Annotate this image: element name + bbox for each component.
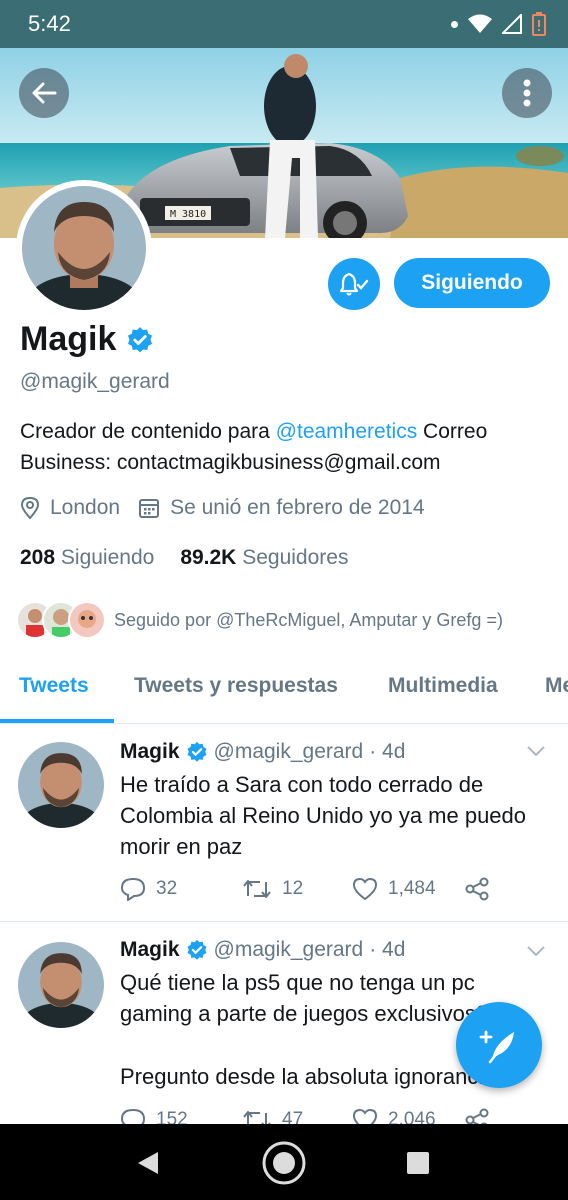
status-time: 5:42	[28, 11, 71, 36]
reply-icon	[120, 1108, 146, 1124]
tweet[interactable]: Magik @magik_gerard · 4d He traído a Sar…	[0, 724, 568, 922]
following-label: Siguiendo	[60, 546, 155, 569]
following-count-link[interactable]: 208 Siguiendo	[20, 546, 154, 570]
bio-text-prefix: Creador de contenido para	[20, 420, 276, 443]
avatar-image	[22, 186, 146, 310]
followers-count-link[interactable]: 89.2K Seguidores	[180, 546, 348, 570]
back-arrow-icon	[32, 82, 57, 104]
tweet-header: Magik @magik_gerard · 4d	[120, 938, 405, 962]
profile-location: London	[20, 496, 120, 520]
system-nav-bar	[0, 1124, 568, 1200]
following-count: 208	[20, 546, 56, 569]
status-bar: 5:42	[0, 0, 568, 48]
tweet-author-handle: @magik_gerard	[213, 740, 364, 763]
profile-tabs: Tweets Tweets y respuestas Multimedia Me	[0, 656, 568, 724]
notifications-toggle-button[interactable]	[328, 258, 380, 310]
follow-counts: 208 Siguiendo 89.2K Seguidores	[20, 546, 348, 570]
followers-count: 89.2K	[180, 546, 237, 569]
like-button[interactable]: 2,046	[352, 1108, 464, 1124]
following-button[interactable]: Siguiendo	[394, 258, 550, 308]
like-count: 2,046	[388, 1109, 436, 1124]
active-tab-indicator	[0, 719, 114, 723]
calendar-icon	[139, 499, 160, 518]
profile-handle: @magik_gerard	[20, 370, 170, 393]
tab-tweets[interactable]: Tweets	[19, 674, 89, 698]
retweet-button[interactable]: 47	[242, 1109, 352, 1124]
reply-button[interactable]: 152	[120, 1108, 242, 1124]
more-options-button[interactable]	[502, 68, 552, 118]
verified-badge-icon	[187, 741, 206, 762]
tweet-header: Magik @magik_gerard · 4d	[120, 740, 405, 764]
tweet-avatar[interactable]	[18, 742, 104, 828]
tweet-actions: 32 12 1,484	[120, 877, 490, 901]
tweet-age: · 4d	[369, 938, 406, 961]
chevron-down-icon[interactable]	[526, 944, 546, 958]
retweet-icon	[243, 880, 271, 898]
retweet-button[interactable]: 12	[242, 878, 352, 900]
tweet-age: · 4d	[369, 740, 406, 763]
more-vertical-icon	[523, 79, 531, 107]
location-text: London	[50, 496, 121, 519]
share-button[interactable]	[464, 1108, 490, 1124]
tab-tweets-replies[interactable]: Tweets y respuestas	[134, 674, 338, 698]
like-icon	[352, 877, 378, 901]
wifi-icon	[468, 14, 492, 33]
retweet-count: 12	[282, 878, 304, 899]
like-icon	[352, 1108, 378, 1124]
reply-count: 152	[156, 1109, 188, 1124]
tweet-author-name: Magik	[120, 938, 180, 961]
notification-dot-icon	[451, 20, 458, 28]
share-icon	[465, 877, 489, 901]
followed-by-text: Seguido por @TheRcMiguel, Amputar y Gref…	[114, 609, 503, 630]
tweet-actions: 152 47 2,046	[120, 1108, 490, 1124]
profile-name-text: Magik	[20, 320, 117, 358]
battery-icon	[532, 12, 546, 36]
svg-text:M 3810: M 3810	[170, 209, 206, 220]
status-icons	[451, 12, 546, 36]
retweet-count: 47	[282, 1109, 304, 1124]
followers-label: Seguidores	[242, 546, 349, 569]
share-button[interactable]	[464, 877, 490, 901]
bell-check-icon	[339, 272, 369, 296]
compose-tweet-button[interactable]	[456, 1002, 542, 1088]
nav-back-icon[interactable]	[136, 1150, 160, 1176]
reply-button[interactable]: 32	[120, 877, 242, 901]
like-count: 1,484	[388, 878, 436, 899]
joined-text: Se unió en febrero de 2014	[170, 496, 425, 519]
back-button[interactable]	[19, 68, 69, 118]
tweet-author-name: Magik	[120, 740, 180, 763]
retweet-icon	[243, 1111, 271, 1124]
tweet-author-handle: @magik_gerard	[213, 938, 364, 961]
compose-icon	[479, 1030, 514, 1064]
reply-icon	[120, 877, 146, 901]
signal-icon	[502, 14, 522, 34]
follower-avatar	[68, 601, 106, 639]
bio-mention-link[interactable]: @teamheretics	[276, 420, 418, 443]
profile-joined: Se unió en febrero de 2014	[138, 496, 425, 520]
profile-bio: Creador de contenido para @teamheretics …	[20, 416, 550, 478]
tab-likes[interactable]: Me	[545, 674, 568, 698]
nav-home-icon[interactable]	[261, 1140, 307, 1186]
profile-name: Magik	[20, 320, 154, 359]
followed-by-row[interactable]: Seguido por @TheRcMiguel, Amputar y Gref…	[16, 601, 503, 639]
tweet-avatar[interactable]	[18, 942, 104, 1028]
nav-recents-icon[interactable]	[406, 1151, 430, 1175]
location-pin-icon	[20, 496, 40, 520]
verified-badge-icon	[187, 939, 206, 960]
tweet-text: He traído a Sara con todo cerrado de Col…	[120, 772, 527, 859]
chevron-down-icon[interactable]	[526, 744, 546, 758]
share-icon	[465, 1108, 489, 1124]
profile-meta: London Se unió en febrero de 2014	[20, 496, 443, 520]
like-button[interactable]: 1,484	[352, 877, 464, 901]
profile-avatar[interactable]	[16, 180, 152, 316]
tab-media[interactable]: Multimedia	[388, 674, 498, 698]
reply-count: 32	[156, 878, 178, 899]
verified-badge-icon	[128, 326, 153, 352]
